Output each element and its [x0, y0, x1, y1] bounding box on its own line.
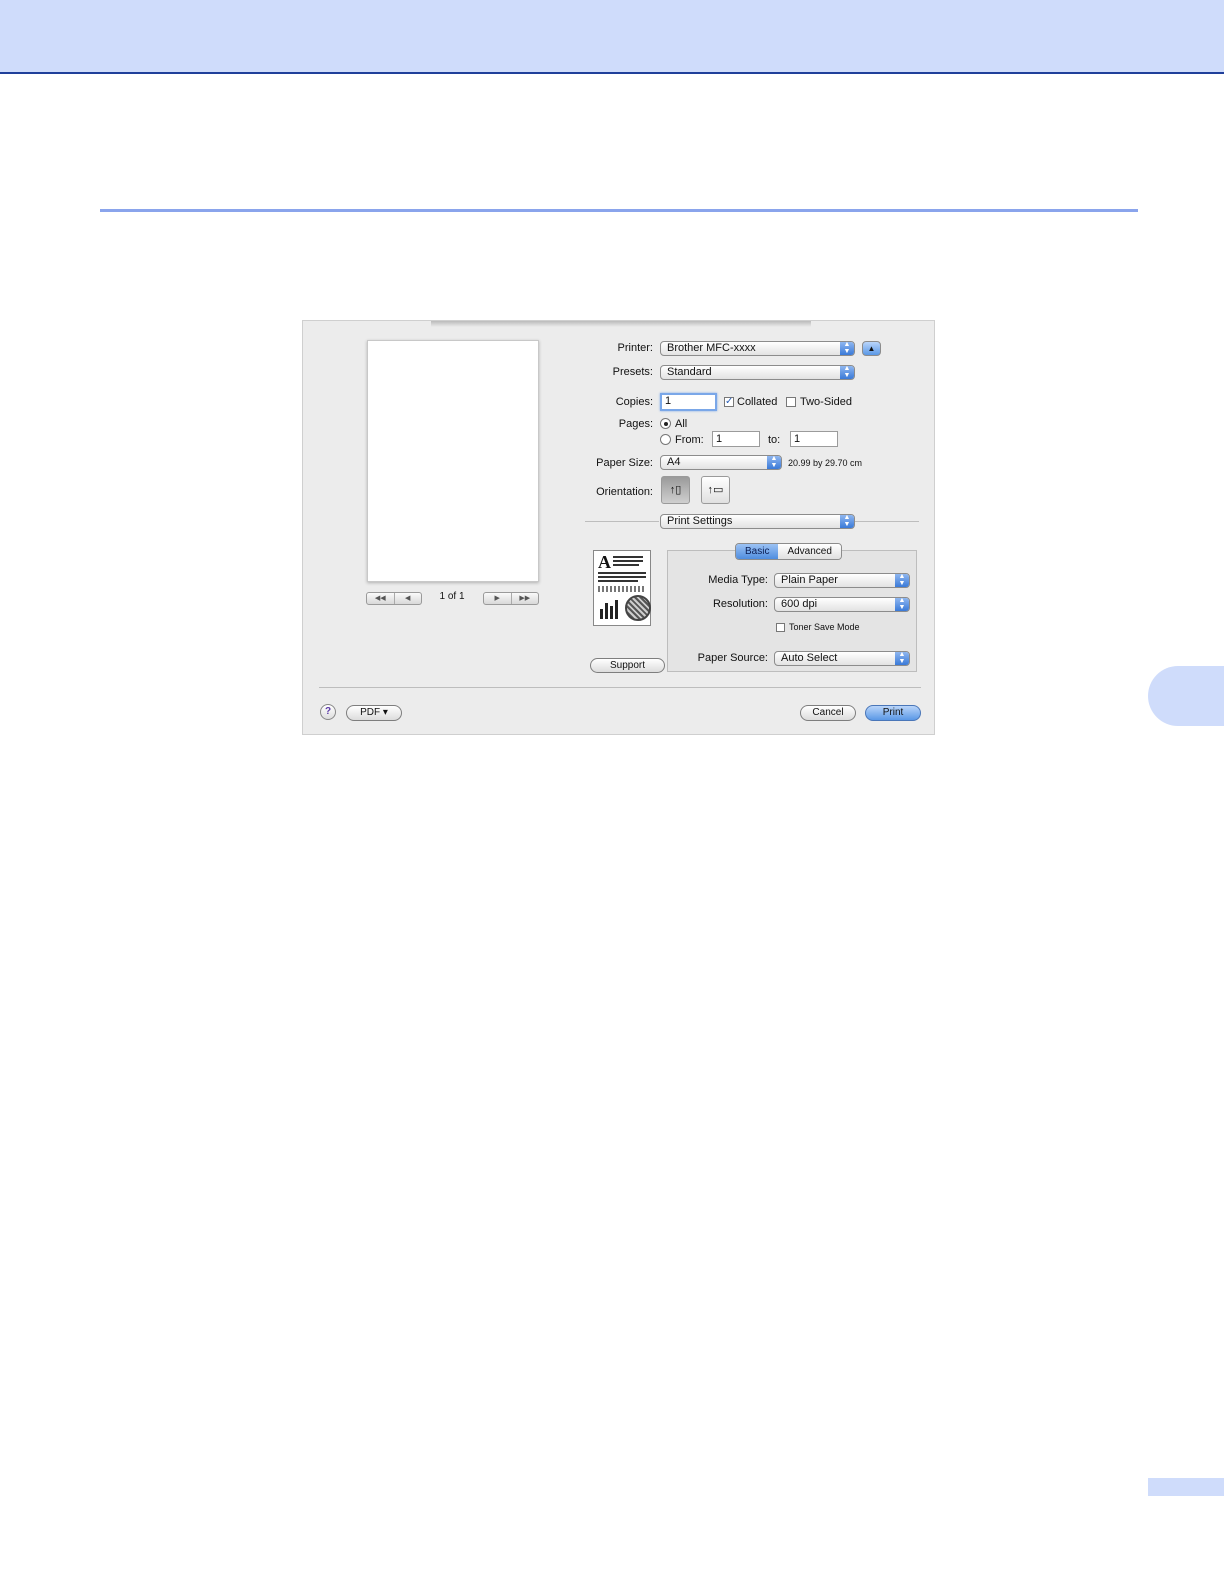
section-rule [100, 209, 1138, 212]
print-quality-thumbnail: A [593, 550, 651, 626]
separator-right [855, 521, 919, 522]
landscape-icon: ↑▭ [707, 484, 724, 496]
media-type-select[interactable]: Plain Paper ▲ ▼ [774, 573, 910, 588]
last-page-icon[interactable]: ▶▶ [510, 593, 539, 604]
preview-back-buttons[interactable]: ◀◀ ◀ [366, 592, 422, 605]
paper-source-value: Auto Select [781, 652, 838, 664]
header-band [0, 0, 1224, 74]
pages-range-radio[interactable] [660, 434, 671, 445]
print-dialog: ◀◀ ◀ 1 of 1 ▶ ▶▶ Printer: Brother MFC-xxxx… [302, 320, 935, 735]
tab-basic[interactable]: Basic [736, 544, 779, 559]
first-page-icon[interactable]: ◀◀ [367, 593, 394, 604]
expand-collapse-button[interactable]: ▲ [862, 341, 881, 356]
printer-select[interactable]: Brother MFC-xxxx ▲ ▼ [660, 341, 855, 356]
next-page-icon[interactable]: ▶ [484, 593, 511, 604]
toner-save-label: Toner Save Mode [789, 622, 860, 632]
copies-label: Copies: [615, 396, 653, 408]
resolution-label: Resolution: [712, 598, 768, 610]
chapter-tab [1148, 666, 1224, 726]
page-count: 1 of 1 [439, 591, 465, 602]
panel-select[interactable]: Print Settings ▲ ▼ [660, 514, 855, 529]
paper-source-label: Paper Source: [697, 652, 768, 664]
previous-page-icon[interactable]: ◀ [393, 593, 422, 604]
paper-source-select[interactable]: Auto Select ▲ ▼ [774, 651, 910, 666]
portrait-icon: ↑▯ [669, 484, 682, 496]
tab-advanced[interactable]: Advanced [778, 544, 841, 559]
presets-label: Presets: [612, 366, 653, 378]
updown-arrow-icon: ▲ ▼ [840, 341, 854, 355]
two-sided-label: Two-Sided [800, 396, 852, 408]
pages-from-label: From: [675, 434, 704, 446]
resolution-value: 600 dpi [781, 598, 818, 610]
copies-input[interactable]: 1 [660, 393, 717, 411]
updown-arrow-icon: ▲ ▼ [840, 514, 854, 528]
paper-dimensions: 20.99 by 29.70 cm [788, 458, 863, 468]
printer-label: Printer: [617, 342, 653, 354]
magnifier-icon [625, 595, 651, 621]
page-preview [367, 340, 539, 582]
presets-select[interactable]: Standard ▲ ▼ [660, 365, 855, 380]
updown-arrow-icon: ▲ ▼ [840, 365, 854, 379]
preview-forward-buttons[interactable]: ▶ ▶▶ [483, 592, 539, 605]
pages-to-label: to: [768, 434, 781, 446]
cancel-button[interactable]: Cancel [800, 705, 856, 721]
triangle-up-icon: ▲ [867, 344, 876, 353]
collated-label: Collated [737, 396, 778, 408]
pages-label: Pages: [618, 418, 653, 430]
toner-save-checkbox[interactable] [776, 623, 785, 632]
pages-all-label: All [675, 418, 688, 430]
paper-size-value: A4 [667, 456, 681, 468]
portrait-orientation-button[interactable]: ↑▯ [661, 476, 690, 504]
updown-arrow-icon: ▲ ▼ [895, 597, 909, 611]
letter-a-icon: A [598, 552, 611, 572]
support-button[interactable]: Support [590, 658, 665, 673]
settings-tabs: Basic Advanced [735, 543, 842, 560]
collated-checkbox[interactable]: ✓ [724, 397, 734, 407]
media-type-value: Plain Paper [781, 574, 838, 586]
paper-size-label: Paper Size: [596, 457, 653, 469]
window-shadow [431, 321, 811, 327]
separator-left [585, 521, 659, 522]
pdf-button[interactable]: PDF ▾ [346, 705, 402, 721]
print-button[interactable]: Print [865, 705, 921, 721]
pages-all-radio[interactable] [660, 418, 671, 429]
printer-value: Brother MFC-xxxx [667, 342, 756, 354]
updown-arrow-icon: ▲ ▼ [895, 573, 909, 587]
media-type-label: Media Type: [708, 574, 768, 586]
pages-from-input[interactable]: 1 [712, 431, 760, 447]
help-icon[interactable]: ? [320, 704, 336, 720]
resolution-select[interactable]: 600 dpi ▲ ▼ [774, 597, 910, 612]
page-number-tab [1148, 1478, 1224, 1496]
orientation-label: Orientation: [596, 486, 653, 498]
bottom-separator [319, 687, 921, 688]
paper-size-select[interactable]: A4 ▲ ▼ [660, 455, 782, 470]
panel-select-value: Print Settings [667, 515, 733, 527]
updown-arrow-icon: ▲ ▼ [895, 651, 909, 665]
presets-value: Standard [667, 366, 712, 378]
pages-to-input[interactable]: 1 [790, 431, 838, 447]
two-sided-checkbox[interactable] [786, 397, 796, 407]
updown-arrow-icon: ▲ ▼ [767, 455, 781, 469]
landscape-orientation-button[interactable]: ↑▭ [701, 476, 730, 504]
